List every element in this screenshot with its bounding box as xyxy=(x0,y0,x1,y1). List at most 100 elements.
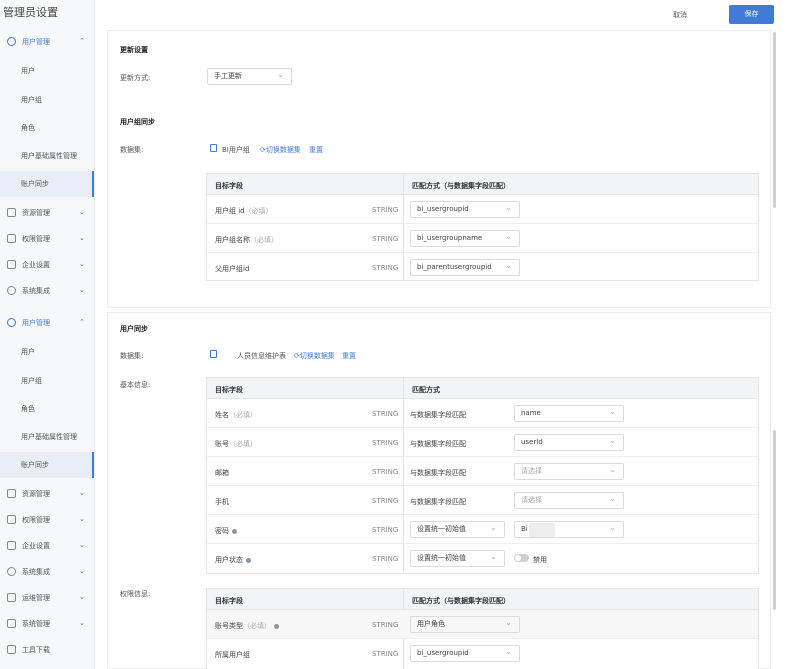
group-sync-table: 目标字段 匹配方式（与数据集字段匹配） 用户组 id（必填） STRING bi… xyxy=(206,173,759,281)
download-icon xyxy=(7,645,16,654)
perm-info-label: 权限信息: xyxy=(120,590,151,598)
sidebar-item-ops[interactable]: 运维管理 ⌄ xyxy=(0,585,94,611)
save-button[interactable]: 保存 xyxy=(729,5,774,24)
chevron-down-icon: ⌄ xyxy=(79,541,85,549)
password-mode-select[interactable]: 设置统一初始值 xyxy=(410,520,505,538)
info-icon xyxy=(246,557,251,563)
sidebar-item-user-groups[interactable]: 用户组 xyxy=(0,87,94,113)
sidebar-group-user-management-2[interactable]: 用户管理 ⌃ xyxy=(0,310,94,336)
grid-icon xyxy=(7,208,16,217)
update-mode-label: 更新方式: xyxy=(120,74,151,82)
table-row: 邮箱 STRING 与数据集字段匹配 请选择 xyxy=(207,457,758,486)
sidebar-item-integration[interactable]: 系统集成 ⌄ xyxy=(0,278,94,304)
match-select[interactable]: bi_usergroupname xyxy=(410,229,520,247)
chevron-down-icon: ⌄ xyxy=(79,260,85,268)
table-row: 账号（必填） STRING 与数据集字段匹配 userId xyxy=(207,428,758,457)
sidebar-item-resources[interactable]: 资源管理 ⌄ xyxy=(0,200,94,226)
scrollbar-bottom[interactable] xyxy=(773,430,776,610)
sidebar-item-resources-2[interactable]: 资源管理 ⌄ xyxy=(0,481,94,507)
disable-toggle[interactable] xyxy=(514,554,529,562)
table-row: 用户组名称（必填） STRING bi_usergroupname xyxy=(207,224,758,253)
sidebar-item-account-sync[interactable]: 账户同步 xyxy=(0,171,94,197)
dataset-icon xyxy=(210,350,217,358)
user-switch-dataset-link[interactable]: ⟳切换数据集 xyxy=(294,351,335,361)
sidebar-group-user-management[interactable]: 用户管理 ⌃ xyxy=(0,29,94,55)
panel-bottom: 用户同步 数据集: 人员信息维护表 ⟳切换数据集 重置 基本信息: 目标字段 匹… xyxy=(107,312,771,669)
chevron-down-icon: ⌄ xyxy=(79,593,85,601)
table-header: 目标字段 匹配方式 xyxy=(207,378,758,399)
sidebar-item-users-2[interactable]: 用户 xyxy=(0,339,94,365)
match-select[interactable]: userId xyxy=(514,433,624,451)
user-icon xyxy=(7,318,16,327)
user-dataset-name: 人员信息维护表 xyxy=(237,352,286,360)
cancel-button[interactable]: 取消 xyxy=(665,7,695,23)
chevron-down-icon: ⌄ xyxy=(79,234,85,242)
sidebar-item-permissions[interactable]: 权限管理 ⌄ xyxy=(0,226,94,252)
chevron-down-icon: ⌄ xyxy=(79,208,85,216)
match-select[interactable]: 请选择 xyxy=(514,491,624,509)
sidebar-title: 管理员设置 xyxy=(3,6,58,19)
sidebar-item-integration-2[interactable]: 系统集成 ⌄ xyxy=(0,559,94,585)
chevron-down-icon: ⌄ xyxy=(79,515,85,523)
group-sync-title: 用户组同步 xyxy=(120,118,155,126)
basic-info-label: 基本信息: xyxy=(120,381,151,389)
shield-icon xyxy=(7,515,16,524)
match-select[interactable]: 用户角色 xyxy=(410,615,520,633)
table-row-password: 密码 STRING 设置统一初始值 Bi xyxy=(207,515,758,544)
info-icon xyxy=(232,528,237,534)
sidebar-item-account-sync-2[interactable]: 账户同步 xyxy=(0,452,94,478)
group-dataset-label: 数据集: xyxy=(120,146,144,154)
update-settings-title: 更新设置 xyxy=(120,46,148,54)
match-select[interactable]: name xyxy=(514,404,624,422)
group-switch-dataset-link[interactable]: ⟳切换数据集 xyxy=(260,145,301,155)
scrollbar-top[interactable] xyxy=(773,32,776,208)
sidebar-item-roles-2[interactable]: 角色 xyxy=(0,396,94,422)
building-icon xyxy=(7,541,16,550)
sidebar-item-enterprise[interactable]: 企业设置 ⌄ xyxy=(0,252,94,278)
sidebar-item-permissions-2[interactable]: 权限管理 ⌄ xyxy=(0,507,94,533)
match-select[interactable]: bi_parentusergroupid xyxy=(410,258,520,276)
chevron-down-icon: ⌄ xyxy=(79,489,85,497)
dataset-icon xyxy=(210,144,217,152)
sidebar: 管理员设置 用户管理 ⌃ 用户 用户组 角色 用户基础属性管理 账户同步 资源管… xyxy=(0,0,95,669)
shield-icon xyxy=(7,234,16,243)
sidebar-item-user-attributes-2[interactable]: 用户基础属性管理 xyxy=(0,424,94,450)
building-icon xyxy=(7,260,16,269)
table-row: 手机 STRING 与数据集字段匹配 请选择 xyxy=(207,486,758,515)
table-row: 账号类型（必填） STRING 用户角色 xyxy=(207,610,758,639)
table-header: 目标字段 匹配方式（与数据集字段匹配） xyxy=(207,174,758,195)
table-row: 用户组 id（必填） STRING bi_usergroupid xyxy=(207,195,758,224)
sidebar-item-user-groups-2[interactable]: 用户组 xyxy=(0,368,94,394)
integration-icon xyxy=(7,567,16,576)
sidebar-item-tools[interactable]: 工具下载 xyxy=(0,637,94,663)
group-reset-link[interactable]: 重置 xyxy=(309,145,323,155)
update-mode-select[interactable]: 手工更新 xyxy=(207,67,292,85)
status-mode-select[interactable]: 设置统一初始值 xyxy=(410,549,505,567)
info-icon xyxy=(274,623,279,629)
settings-icon xyxy=(7,619,16,628)
chevron-down-icon: ⌄ xyxy=(79,567,85,575)
grid-icon xyxy=(7,489,16,498)
integration-icon xyxy=(7,286,16,295)
table-row-status: 用户状态 STRING 设置统一初始值 禁用 xyxy=(207,544,758,573)
match-select[interactable]: bi_usergroupid xyxy=(410,200,520,218)
table-header: 目标字段 匹配方式（与数据集字段匹配） xyxy=(207,589,758,610)
sidebar-item-enterprise-2[interactable]: 企业设置 ⌄ xyxy=(0,533,94,559)
monitor-icon xyxy=(7,593,16,602)
sidebar-item-system[interactable]: 系统管理 ⌄ xyxy=(0,611,94,637)
sidebar-item-users[interactable]: 用户 xyxy=(0,58,94,84)
user-icon xyxy=(7,37,16,46)
chevron-up-icon: ⌃ xyxy=(79,37,85,45)
match-select[interactable]: bi_usergroupid xyxy=(410,644,520,662)
group-dataset-name: BI用户组 xyxy=(222,146,250,154)
user-reset-link[interactable]: 重置 xyxy=(342,351,356,361)
match-select[interactable]: 请选择 xyxy=(514,462,624,480)
table-row: 父用户组id STRING bi_parentusergroupid xyxy=(207,253,758,282)
chevron-up-icon: ⌃ xyxy=(79,318,85,326)
user-sync-table: 目标字段 匹配方式 姓名（必填） STRING 与数据集字段匹配 name 账号… xyxy=(206,377,759,574)
chevron-down-icon: ⌄ xyxy=(79,619,85,627)
sidebar-item-user-attributes[interactable]: 用户基础属性管理 xyxy=(0,143,94,169)
panel-top: 更新设置 更新方式: 手工更新 用户组同步 数据集: BI用户组 ⟳切换数据集 … xyxy=(107,30,771,308)
redacted-area xyxy=(529,523,555,537)
sidebar-item-roles[interactable]: 角色 xyxy=(0,115,94,141)
